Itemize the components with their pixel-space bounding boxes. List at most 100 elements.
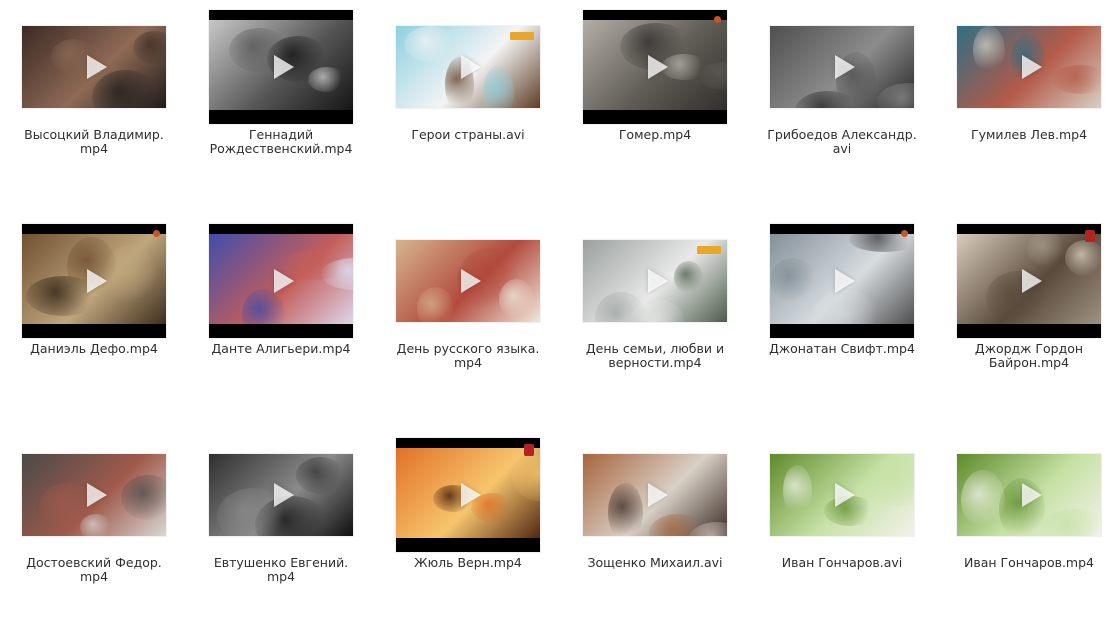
play-icon[interactable] [1022,269,1042,293]
video-file-tile[interactable]: Джонатан Свифт.mp4 [752,222,932,422]
thumbnail-container [378,222,558,340]
video-thumbnail[interactable] [957,26,1101,108]
play-icon[interactable] [648,269,668,293]
video-file-tile[interactable]: Евтушенко Евгений. mp4 [191,436,371,636]
file-name[interactable]: Зощенко Михаил.avi [565,556,745,570]
play-icon[interactable] [1022,483,1042,507]
thumbnail-container [752,436,932,554]
video-thumbnail[interactable] [770,26,914,108]
play-icon[interactable] [87,483,107,507]
play-icon[interactable] [835,483,855,507]
file-name[interactable]: Гумилев Лев.mp4 [939,128,1113,142]
file-name[interactable]: Гомер.mp4 [565,128,745,142]
play-icon[interactable] [274,269,294,293]
file-name[interactable]: Даниэль Дефо.mp4 [4,342,184,356]
play-icon[interactable] [835,55,855,79]
file-name[interactable]: День русского языка. mp4 [378,342,558,370]
file-name[interactable]: День семьи, любви и верности.mp4 [565,342,745,370]
video-file-tile[interactable]: Высоцкий Владимир. mp4 [4,8,184,208]
thumbnail-container [191,8,371,126]
file-name[interactable]: Джордж Гордон Байрон.mp4 [939,342,1113,370]
video-file-tile[interactable]: Герои страны.avi [378,8,558,208]
letterbox-bar [770,324,914,338]
video-thumbnail[interactable] [770,454,914,536]
letterbox-bar [22,224,166,234]
play-icon[interactable] [87,269,107,293]
thumbnail-container [4,8,184,126]
file-name[interactable]: Достоевский Федор. mp4 [4,556,184,584]
letterbox-bar [957,324,1101,338]
video-file-tile[interactable]: Геннадий Рождественский.mp4 [191,8,371,208]
file-name[interactable]: Джонатан Свифт.mp4 [752,342,932,356]
file-name[interactable]: Иван Гончаров.avi [752,556,932,570]
letterbox-bar [209,224,353,234]
file-name[interactable]: Жюль Верн.mp4 [378,556,558,570]
file-name[interactable]: Высоцкий Владимир. mp4 [4,128,184,156]
video-file-tile[interactable]: День семьи, любви и верности.mp4 [565,222,745,422]
play-icon[interactable] [648,55,668,79]
video-file-tile[interactable]: День русского языка. mp4 [378,222,558,422]
video-thumbnail[interactable] [22,224,166,338]
video-thumbnail[interactable] [583,454,727,536]
file-name[interactable]: Герои страны.avi [378,128,558,142]
file-name[interactable]: Евтушенко Евгений. mp4 [191,556,371,584]
channel-logo-icon [524,444,534,456]
file-name[interactable]: Геннадий Рождественский.mp4 [191,128,371,156]
video-thumbnail[interactable] [957,454,1101,536]
video-file-tile[interactable]: Жюль Верн.mp4 [378,436,558,636]
video-thumbnail[interactable] [396,438,540,552]
thumbnail-container [191,222,371,340]
thumbnail-container [191,436,371,554]
channel-logo-icon [714,16,721,23]
play-icon[interactable] [461,55,481,79]
video-thumbnail[interactable] [22,454,166,536]
thumbnail-container [565,436,745,554]
video-thumbnail[interactable] [209,10,353,124]
video-thumbnail[interactable] [396,240,540,322]
video-file-tile[interactable]: Гомер.mp4 [565,8,745,208]
file-name[interactable]: Данте Алигьери.mp4 [191,342,371,356]
video-thumbnail[interactable] [957,224,1101,338]
thumbnail-container [939,8,1113,126]
channel-logo-icon [510,32,534,40]
thumbnail-container [939,436,1113,554]
video-file-tile[interactable]: Иван Гончаров.mp4 [939,436,1113,636]
play-icon[interactable] [648,483,668,507]
thumbnail-container [4,436,184,554]
video-file-tile[interactable]: Данте Алигьери.mp4 [191,222,371,422]
letterbox-bar [209,10,353,20]
video-file-tile[interactable]: Достоевский Федор. mp4 [4,436,184,636]
channel-logo-icon [697,246,721,254]
file-name[interactable]: Грибоедов Александр. avi [752,128,932,156]
video-thumbnail[interactable] [396,26,540,108]
play-icon[interactable] [87,55,107,79]
play-icon[interactable] [461,483,481,507]
letterbox-bar [209,324,353,338]
play-icon[interactable] [1022,55,1042,79]
letterbox-bar [396,538,540,552]
thumbnail-container [939,222,1113,340]
video-file-tile[interactable]: Даниэль Дефо.mp4 [4,222,184,422]
video-thumbnail[interactable] [583,10,727,124]
video-file-tile[interactable]: Джордж Гордон Байрон.mp4 [939,222,1113,422]
play-icon[interactable] [274,483,294,507]
video-file-tile[interactable]: Грибоедов Александр. avi [752,8,932,208]
video-thumbnail[interactable] [209,224,353,338]
video-thumbnail[interactable] [209,454,353,536]
video-file-tile[interactable]: Иван Гончаров.avi [752,436,932,636]
video-thumbnail[interactable] [583,240,727,322]
file-grid: Высоцкий Владимир. mp4 Геннадий Рождественс… [0,0,1113,603]
thumbnail-container [752,222,932,340]
video-thumbnail[interactable] [770,224,914,338]
video-file-tile[interactable]: Зощенко Михаил.avi [565,436,745,636]
play-icon[interactable] [274,55,294,79]
thumbnail-container [565,8,745,126]
letterbox-bar [396,438,540,448]
video-thumbnail[interactable] [22,26,166,108]
thumbnail-container [378,436,558,554]
video-file-tile[interactable]: Гумилев Лев.mp4 [939,8,1113,208]
play-icon[interactable] [461,269,481,293]
letterbox-bar [583,110,727,124]
play-icon[interactable] [835,269,855,293]
file-name[interactable]: Иван Гончаров.mp4 [939,556,1113,570]
